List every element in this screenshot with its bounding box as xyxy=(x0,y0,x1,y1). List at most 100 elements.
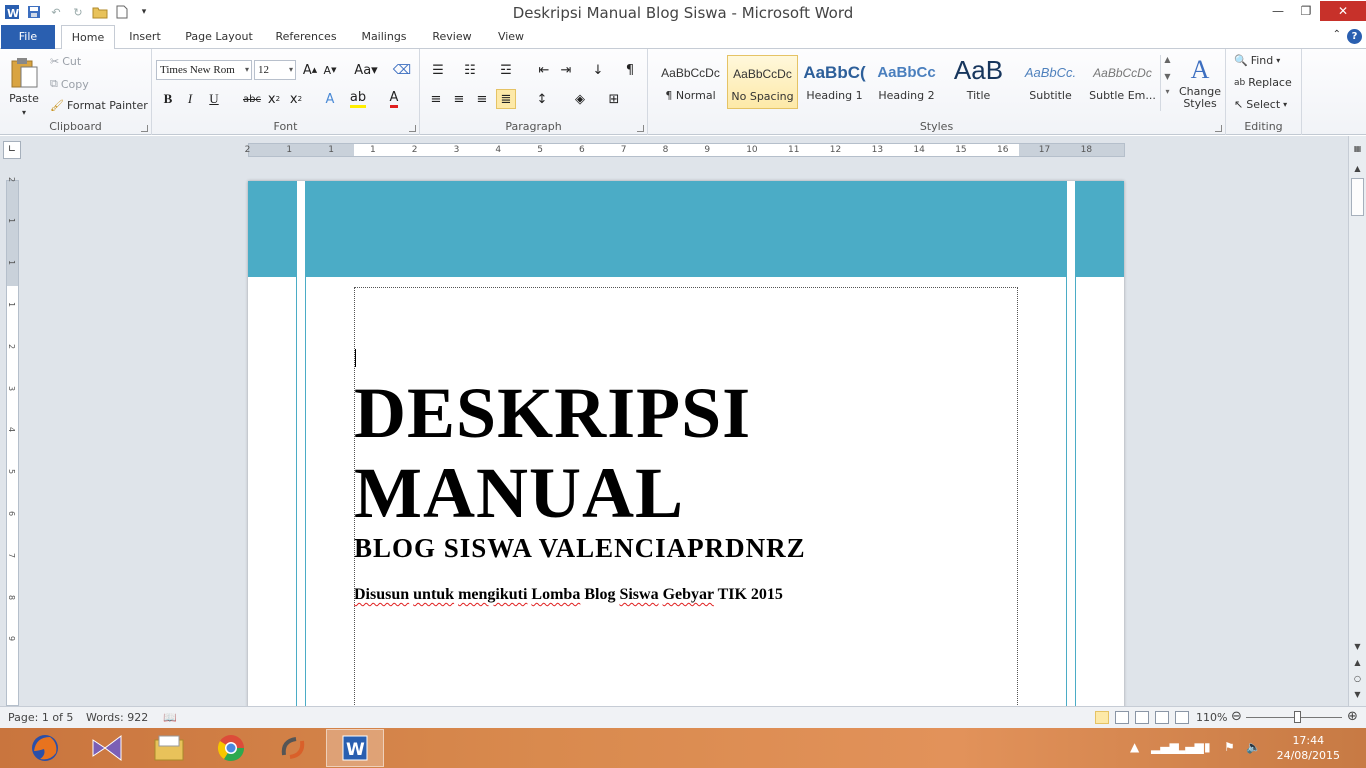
font-size-combo[interactable]: 12 ▾ xyxy=(254,60,296,80)
font-color-icon[interactable]: A xyxy=(384,89,404,109)
highlight-icon[interactable]: ab xyxy=(348,89,368,109)
view-ruler-icon[interactable]: ▦ xyxy=(1351,144,1364,153)
superscript-icon[interactable]: x2 xyxy=(286,89,306,109)
zoom-in-icon[interactable]: ⊕ xyxy=(1347,709,1358,724)
sync-app-icon[interactable] xyxy=(264,729,322,767)
help-icon[interactable]: ? xyxy=(1347,29,1362,44)
vertical-scrollbar[interactable]: ▦ ▲ ▼ ▲ ○ ▼ xyxy=(1348,136,1366,706)
next-page-icon[interactable]: ▼ xyxy=(1351,690,1364,699)
document-note[interactable]: Disusun untuk mengikuti Lomba Blog Siswa… xyxy=(354,586,783,604)
signal-icon[interactable]: ▂▄▆ xyxy=(1151,740,1179,754)
print-layout-icon[interactable] xyxy=(1095,711,1109,724)
chrome-icon[interactable] xyxy=(202,729,260,767)
bullets-icon[interactable]: ☰ xyxy=(428,60,448,80)
style-title[interactable]: AaB Title xyxy=(943,55,1014,109)
show-hidden-icons-icon[interactable]: ▲ xyxy=(1130,740,1139,754)
grow-font-icon[interactable]: A ▲ xyxy=(300,60,320,80)
tab-insert[interactable]: Insert xyxy=(124,25,166,49)
visual-studio-icon[interactable] xyxy=(78,729,136,767)
justify-icon[interactable]: ≣ xyxy=(496,89,516,109)
underline-icon[interactable]: U xyxy=(204,89,224,109)
vertical-ruler[interactable]: 2 1 1 1 2 3 4 5 6 7 8 9 xyxy=(6,177,19,706)
clipboard-launcher-icon[interactable] xyxy=(141,125,148,132)
sort-icon[interactable]: ↓ xyxy=(588,60,608,80)
scroll-down-icon[interactable]: ▼ xyxy=(1351,642,1364,651)
tab-view[interactable]: View xyxy=(492,25,530,49)
tab-references[interactable]: References xyxy=(270,25,342,49)
bold-icon[interactable]: B xyxy=(158,89,178,109)
copy-button[interactable]: ⧉ Copy xyxy=(50,77,89,91)
change-styles-button[interactable]: A Change Styles xyxy=(1179,54,1221,110)
multilevel-list-icon[interactable]: ☲ xyxy=(496,60,516,80)
style-normal[interactable]: AaBbCcDc ¶ Normal xyxy=(655,55,726,109)
line-spacing-icon[interactable]: ↕ xyxy=(532,89,552,109)
more-styles-icon[interactable]: ▾ xyxy=(1161,87,1174,96)
web-layout-icon[interactable] xyxy=(1135,711,1149,724)
zoom-out-icon[interactable]: ⊖ xyxy=(1231,709,1242,724)
chevron-down-icon[interactable]: ▼ xyxy=(1161,72,1174,81)
change-case-icon[interactable]: Aa▾ xyxy=(352,60,380,80)
replace-button[interactable]: ab Replace xyxy=(1234,76,1292,89)
decrease-indent-icon[interactable]: ⇤ xyxy=(534,60,554,80)
previous-page-icon[interactable]: ▲ xyxy=(1351,658,1364,667)
system-clock[interactable]: 17:44 24/08/2015 xyxy=(1277,733,1340,763)
tab-home[interactable]: Home xyxy=(61,25,115,50)
style-subtitle[interactable]: AaBbCc. Subtitle xyxy=(1015,55,1086,109)
chevron-up-icon[interactable]: ▲ xyxy=(1161,55,1174,64)
file-explorer-icon[interactable] xyxy=(140,729,198,767)
close-icon[interactable]: ✕ xyxy=(1320,1,1366,21)
font-name-combo[interactable]: Times New Rom ▾ xyxy=(156,60,252,80)
scroll-thumb[interactable] xyxy=(1351,178,1364,216)
document-subtitle[interactable]: BLOG SISWA VALENCIAPRDNRZ xyxy=(354,533,806,564)
document-area[interactable]: DESKRIPSI MANUAL BLOG SISWA VALENCIAPRDN… xyxy=(24,164,1348,706)
zoom-level[interactable]: 110% xyxy=(1196,711,1227,724)
increase-indent-icon[interactable]: ⇥ xyxy=(556,60,576,80)
style-no-spacing[interactable]: AaBbCcDc No Spacing xyxy=(727,55,798,109)
page-count[interactable]: Page: 1 of 5 xyxy=(8,711,73,724)
paste-button[interactable]: Paste ▾ xyxy=(6,57,42,117)
word-taskbar-icon[interactable]: W xyxy=(326,729,384,767)
word-count[interactable]: Words: 922 xyxy=(86,711,148,724)
zoom-slider-thumb[interactable] xyxy=(1294,711,1301,723)
shading-icon[interactable]: ◈ xyxy=(570,89,590,109)
volume-icon[interactable]: 🔈 xyxy=(1246,740,1261,754)
action-center-flag-icon[interactable]: ⚑ xyxy=(1224,740,1235,754)
style-gallery-scroller[interactable]: ▲ ▼ ▾ xyxy=(1160,55,1174,111)
format-painter-button[interactable]: 🖌 Format Painter xyxy=(50,99,148,112)
browse-object-icon[interactable]: ○ xyxy=(1351,674,1364,683)
clear-formatting-icon[interactable]: ⌫ xyxy=(392,60,412,80)
tab-review[interactable]: Review xyxy=(426,25,478,49)
full-screen-reading-icon[interactable] xyxy=(1115,711,1129,724)
outline-icon[interactable] xyxy=(1155,711,1169,724)
document-title[interactable]: DESKRIPSI MANUAL xyxy=(354,373,751,533)
document-page[interactable]: DESKRIPSI MANUAL BLOG SISWA VALENCIAPRDN… xyxy=(248,181,1124,706)
numbering-icon[interactable]: ☷ xyxy=(460,60,480,80)
style-heading-1[interactable]: AaBbC( Heading 1 xyxy=(799,55,870,109)
text-effects-icon[interactable]: A xyxy=(320,89,340,109)
borders-icon[interactable]: ⊞ xyxy=(604,89,624,109)
select-button[interactable]: ↖ Select ▾ xyxy=(1234,98,1287,111)
show-formatting-marks-icon[interactable]: ¶ xyxy=(620,60,640,80)
align-left-icon[interactable]: ≡ xyxy=(426,89,446,109)
proofing-icon[interactable]: 📖 xyxy=(163,711,177,724)
tab-file[interactable]: File xyxy=(1,25,55,49)
cut-button[interactable]: ✂ Cut xyxy=(50,55,81,68)
tab-selector[interactable]: ∟ xyxy=(3,141,21,159)
horizontal-ruler[interactable]: 2 1 1 1 2 3 4 5 6 7 8 9 10 11 12 13 14 15 16 17 18 xyxy=(245,143,1125,157)
shrink-font-icon[interactable]: A ▼ xyxy=(320,60,340,80)
minimize-ribbon-icon[interactable]: ⌃ xyxy=(1333,29,1341,44)
align-right-icon[interactable]: ≡ xyxy=(472,89,492,109)
network-icon[interactable]: ▂▄▆ xyxy=(1176,740,1204,754)
firefox-icon[interactable] xyxy=(16,729,74,767)
font-launcher-icon[interactable] xyxy=(409,125,416,132)
draft-icon[interactable] xyxy=(1175,711,1189,724)
italic-icon[interactable]: I xyxy=(180,89,200,109)
style-heading-2[interactable]: AaBbCc Heading 2 xyxy=(871,55,942,109)
strikethrough-icon[interactable]: abc xyxy=(242,89,262,109)
paragraph-launcher-icon[interactable] xyxy=(637,125,644,132)
subscript-icon[interactable]: x2 xyxy=(264,89,284,109)
restore-icon[interactable]: ❐ xyxy=(1292,0,1320,22)
battery-icon[interactable]: ▮ xyxy=(1204,740,1211,754)
style-subtle-emphasis[interactable]: AaBbCcDc Subtle Em... xyxy=(1087,55,1158,109)
scroll-up-icon[interactable]: ▲ xyxy=(1351,164,1364,173)
